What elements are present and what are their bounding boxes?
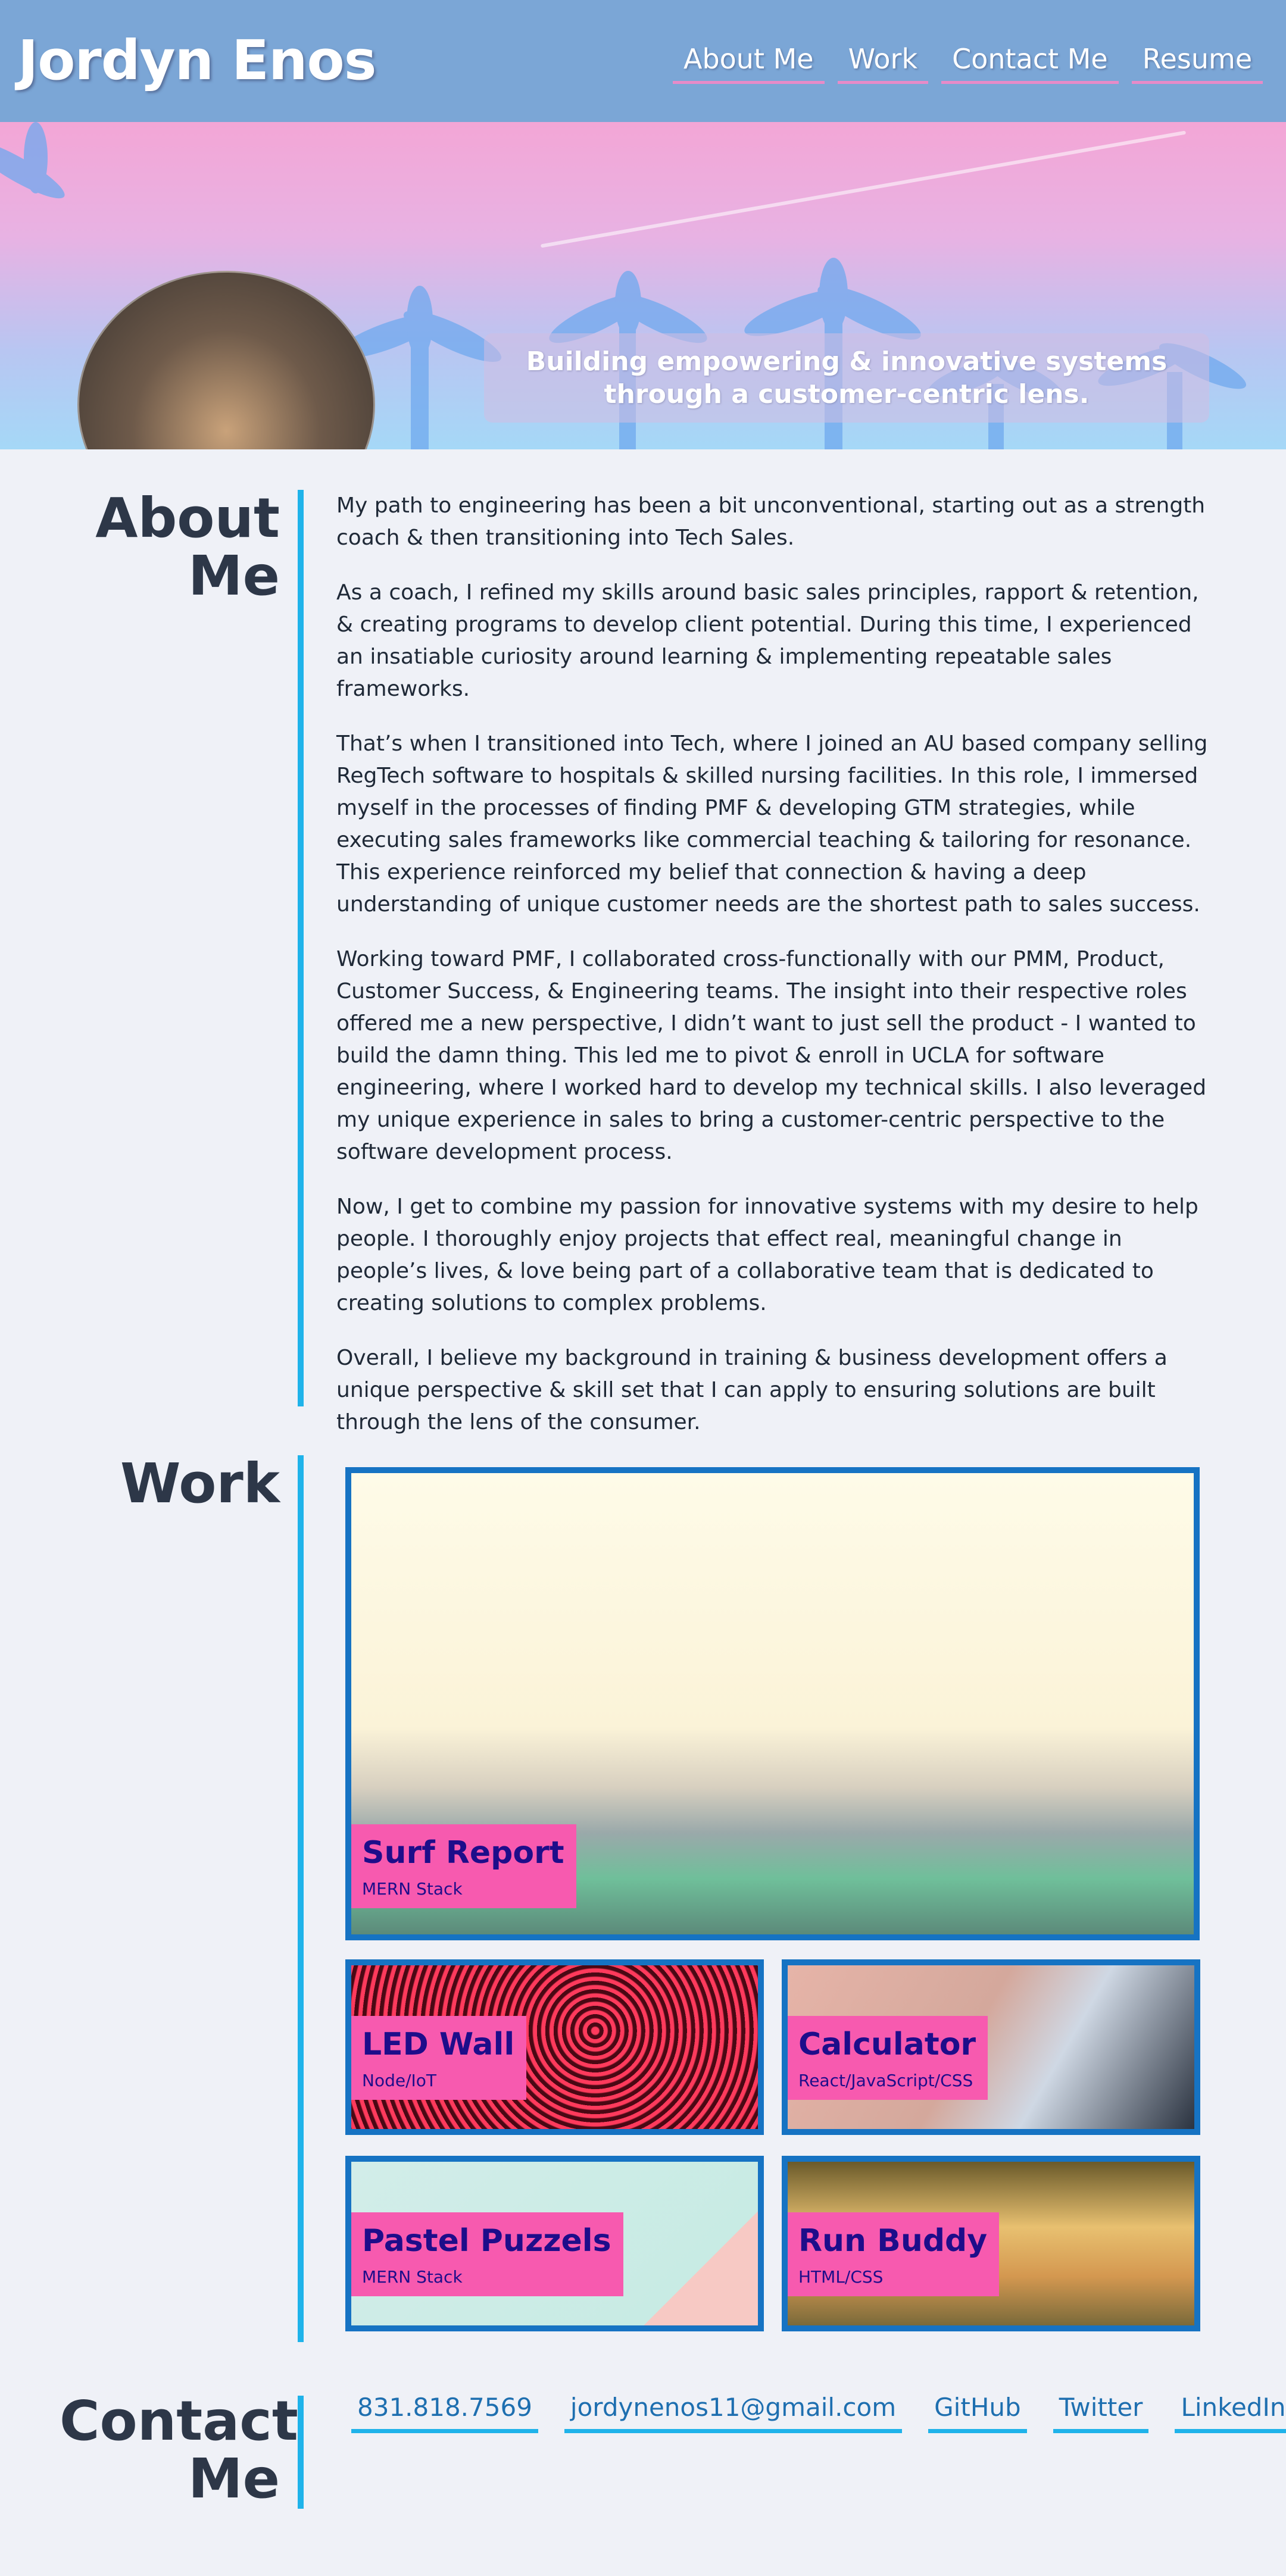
contact-github-link[interactable]: GitHub xyxy=(928,2393,1027,2433)
about-heading-line1: About xyxy=(95,486,280,550)
project-card-calculator[interactable]: Calculator React/JavaScript/CSS xyxy=(782,1959,1200,2135)
project-stack: MERN Stack xyxy=(362,1879,463,1899)
project-stack: Node/IoT xyxy=(362,2071,437,2090)
nav-resume[interactable]: Resume xyxy=(1131,43,1263,84)
about-heading-line2: Me xyxy=(188,543,280,608)
site-header: Jordyn Enos About Me Work Contact Me Res… xyxy=(0,0,1286,122)
nav-about-me[interactable]: About Me xyxy=(673,43,825,84)
about-accent-bar xyxy=(298,490,304,1406)
project-title: LED Wall xyxy=(362,2027,515,2062)
about-body: My path to engineering has been a bit un… xyxy=(336,490,1212,1461)
contact-accent-bar xyxy=(298,2396,304,2509)
main-nav: About Me Work Contact Me Resume xyxy=(673,43,1276,84)
nav-work[interactable]: Work xyxy=(837,43,929,84)
about-paragraph: Overall, I believe my background in trai… xyxy=(336,1346,1168,1434)
about-paragraph: Working toward PMF, I collaborated cross… xyxy=(336,947,1207,1164)
project-title: Pastel Puzzels xyxy=(362,2223,611,2259)
contact-heading: Contact Me xyxy=(60,2389,298,2511)
about-heading: About Me xyxy=(77,486,280,608)
project-stack: MERN Stack xyxy=(362,2267,463,2287)
site-name[interactable]: Jordyn Enos xyxy=(18,29,376,92)
about-paragraph: As a coach, I refined my skills around b… xyxy=(336,580,1199,701)
project-card-run-buddy[interactable]: Run Buddy HTML/CSS xyxy=(782,2156,1200,2331)
project-card-pastel-puzzels[interactable]: Pastel Puzzels MERN Stack xyxy=(345,2156,764,2331)
project-title: Calculator xyxy=(798,2027,976,2062)
project-stack: React/JavaScript/CSS xyxy=(798,2071,973,2090)
nav-contact-me[interactable]: Contact Me xyxy=(941,43,1119,84)
work-heading: Work xyxy=(120,1452,280,1515)
contact-links: 831.818.7569 jordynenos11@gmail.com GitH… xyxy=(351,2393,1286,2433)
project-label: Run Buddy HTML/CSS xyxy=(788,2212,1000,2296)
contact-twitter-link[interactable]: Twitter xyxy=(1053,2393,1149,2433)
project-card-surf-report[interactable]: Surf Report MERN Stack xyxy=(345,1467,1200,1940)
about-paragraph: My path to engineering has been a bit un… xyxy=(336,493,1206,550)
project-card-led-wall[interactable]: LED Wall Node/IoT xyxy=(345,1959,764,2135)
contact-heading-line2: Me xyxy=(188,2446,280,2511)
about-paragraph: That’s when I transitioned into Tech, wh… xyxy=(336,731,1208,917)
project-stack: HTML/CSS xyxy=(798,2267,884,2287)
project-label: Surf Report MERN Stack xyxy=(351,1824,576,1908)
contact-phone-link[interactable]: 831.818.7569 xyxy=(351,2393,538,2433)
contact-email-link[interactable]: jordynenos11@gmail.com xyxy=(564,2393,903,2433)
project-label: Pastel Puzzels MERN Stack xyxy=(351,2212,623,2296)
project-label: Calculator React/JavaScript/CSS xyxy=(788,2016,988,2100)
project-title: Run Buddy xyxy=(798,2223,988,2259)
contact-linkedin-link[interactable]: LinkedIn xyxy=(1175,2393,1286,2433)
hero-tagline: Building empowering & innovative systems… xyxy=(484,333,1209,423)
hero-banner: Building empowering & innovative systems… xyxy=(0,122,1286,449)
project-label: LED Wall Node/IoT xyxy=(351,2016,527,2100)
work-accent-bar xyxy=(298,1455,304,2342)
project-title: Surf Report xyxy=(362,1835,564,1871)
about-paragraph: Now, I get to combine my passion for inn… xyxy=(336,1195,1198,1315)
contact-heading-line1: Contact xyxy=(60,2389,298,2453)
